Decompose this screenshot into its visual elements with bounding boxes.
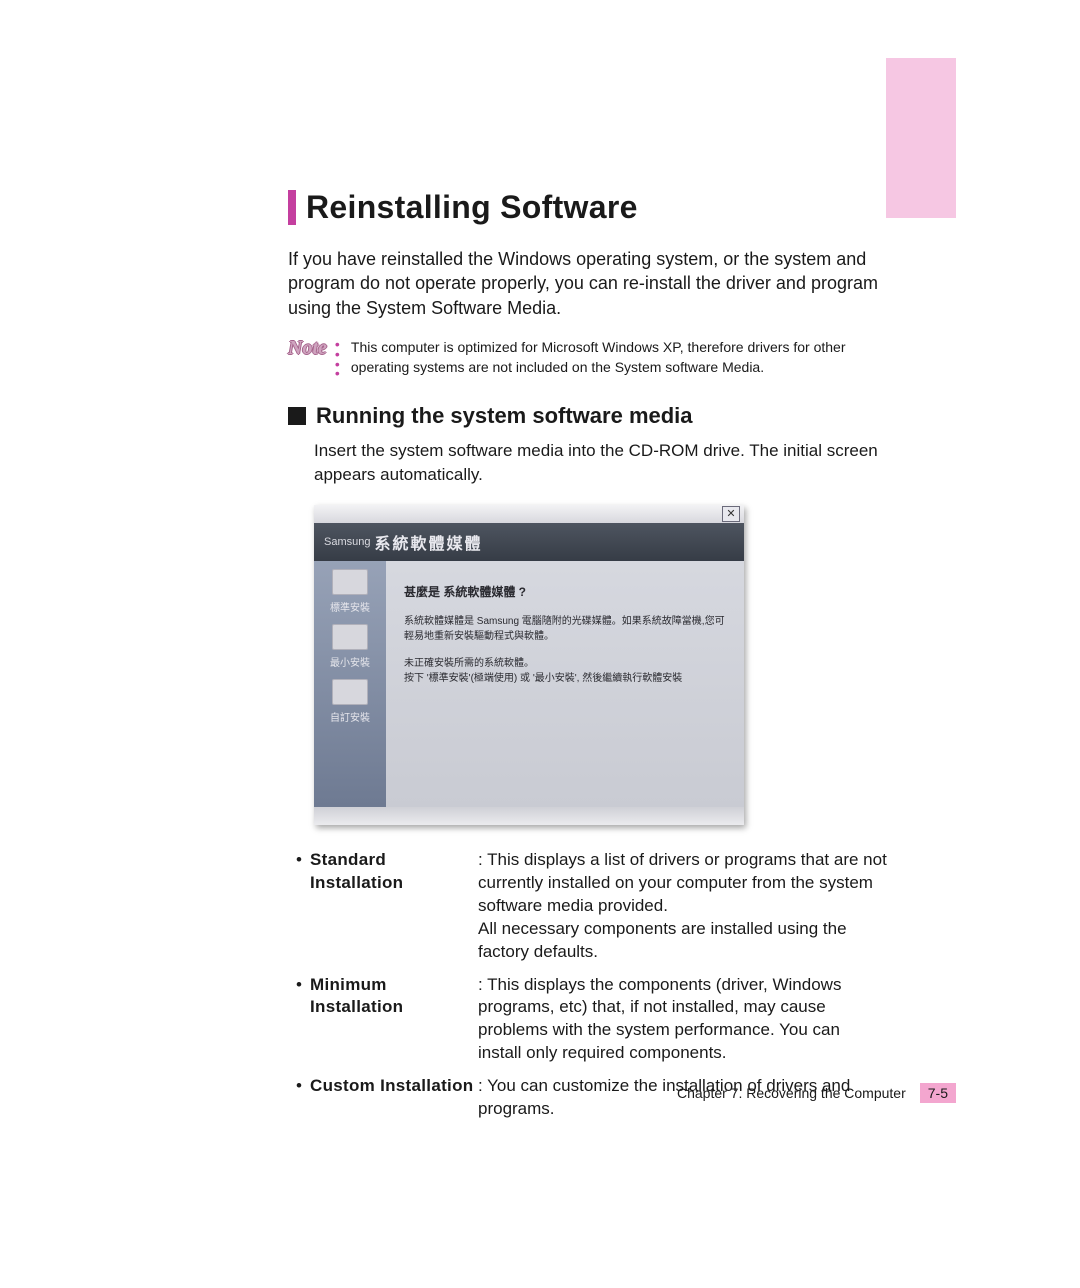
installer-screenshot: ✕ Samsung 系統軟體媒體 標準安裝 最小安裝 自訂安裝 — [314, 505, 744, 825]
page-number: 7-5 — [920, 1083, 956, 1103]
note-label: Note — [288, 338, 327, 358]
note-text: This computer is optimized for Microsoft… — [351, 338, 888, 377]
page-footer: Chapter 7. Recovering the Computer 7-5 — [677, 1083, 956, 1103]
installer-text-2: 未正確安裝所需的系統軟體。 按下 '標準安裝'(極端使用) 或 '最小安裝', … — [404, 656, 726, 686]
installer-header: Samsung 系統軟體媒體 — [314, 523, 744, 561]
note-block: Note •••• This computer is optimized for… — [288, 338, 888, 379]
installation-options: • Standard Installation : This displays … — [296, 849, 888, 1121]
installer-question: 甚麼是 系統軟體媒體 ? — [404, 583, 726, 600]
option-standard: • Standard Installation : This displays … — [296, 849, 888, 964]
sidebar-item-label: 自訂安裝 — [321, 709, 379, 724]
list-icon — [332, 624, 368, 650]
option-label-text: Standard Installation — [310, 850, 403, 892]
grid-icon — [332, 679, 368, 705]
section-paragraph: Insert the system software media into th… — [314, 439, 888, 487]
installer-text-1: 系統軟體媒體是 Samsung 電腦隨附的光碟媒體。如果系統故障當機,您可輕易地… — [404, 614, 726, 644]
installer-sidebar: 標準安裝 最小安裝 自訂安裝 — [314, 561, 386, 807]
option-description: : This displays the components (driver, … — [478, 974, 888, 1066]
option-label-text: Custom Installation — [310, 1076, 473, 1095]
installer-title: 系統軟體媒體 — [374, 530, 482, 554]
brand-label: Samsung — [324, 536, 370, 548]
sidebar-item-minimum: 最小安裝 — [321, 624, 379, 669]
option-label: Custom Installation — [310, 1075, 478, 1121]
window-titlebar — [314, 505, 744, 523]
sidebar-item-label: 最小安裝 — [321, 654, 379, 669]
monitor-icon — [332, 569, 368, 595]
option-minimum: • Minimum Installation : This displays t… — [296, 974, 888, 1066]
installer-text-2b: 按下 '標準安裝'(極端使用) 或 '最小安裝', 然後繼續執行軟體安裝 — [404, 673, 682, 684]
section-heading: Running the system software media — [316, 403, 693, 429]
bullet-icon: • — [296, 974, 310, 1066]
bullet-icon: • — [296, 1075, 310, 1121]
chapter-tab-decoration — [886, 58, 956, 218]
section-heading-row: Running the system software media — [288, 403, 888, 429]
option-desc-text-2: All necessary components are installed u… — [478, 919, 847, 961]
installer-main: 甚麼是 系統軟體媒體 ? 系統軟體媒體是 Samsung 電腦隨附的光碟媒體。如… — [386, 561, 744, 807]
sidebar-item-custom: 自訂安裝 — [321, 679, 379, 724]
option-label-text: Minimum Installation — [310, 975, 403, 1017]
option-desc-text: : This displays a list of drivers or pro… — [478, 850, 887, 915]
option-label: Standard Installation — [310, 849, 478, 964]
option-label: Minimum Installation — [310, 974, 478, 1066]
installer-text-2a: 未正確安裝所需的系統軟體。 — [404, 658, 534, 669]
bullet-icon: • — [296, 849, 310, 964]
square-bullet-icon — [288, 407, 306, 425]
note-dots-decoration: •••• — [335, 340, 345, 379]
sidebar-item-standard: 標準安裝 — [321, 569, 379, 614]
close-icon: ✕ — [722, 506, 740, 522]
installer-footer — [314, 807, 744, 825]
installer-body: 標準安裝 最小安裝 自訂安裝 甚麼是 系統軟體媒體 ? 系統軟體媒體是 Sams… — [314, 561, 744, 807]
intro-paragraph: If you have reinstalled the Windows oper… — [288, 247, 888, 320]
page-content: Reinstalling Software If you have reinst… — [288, 190, 888, 1131]
sidebar-item-label: 標準安裝 — [321, 599, 379, 614]
option-description: : This displays a list of drivers or pro… — [478, 849, 888, 964]
chapter-label: Chapter 7. Recovering the Computer — [677, 1085, 906, 1101]
page-title: Reinstalling Software — [288, 190, 888, 225]
